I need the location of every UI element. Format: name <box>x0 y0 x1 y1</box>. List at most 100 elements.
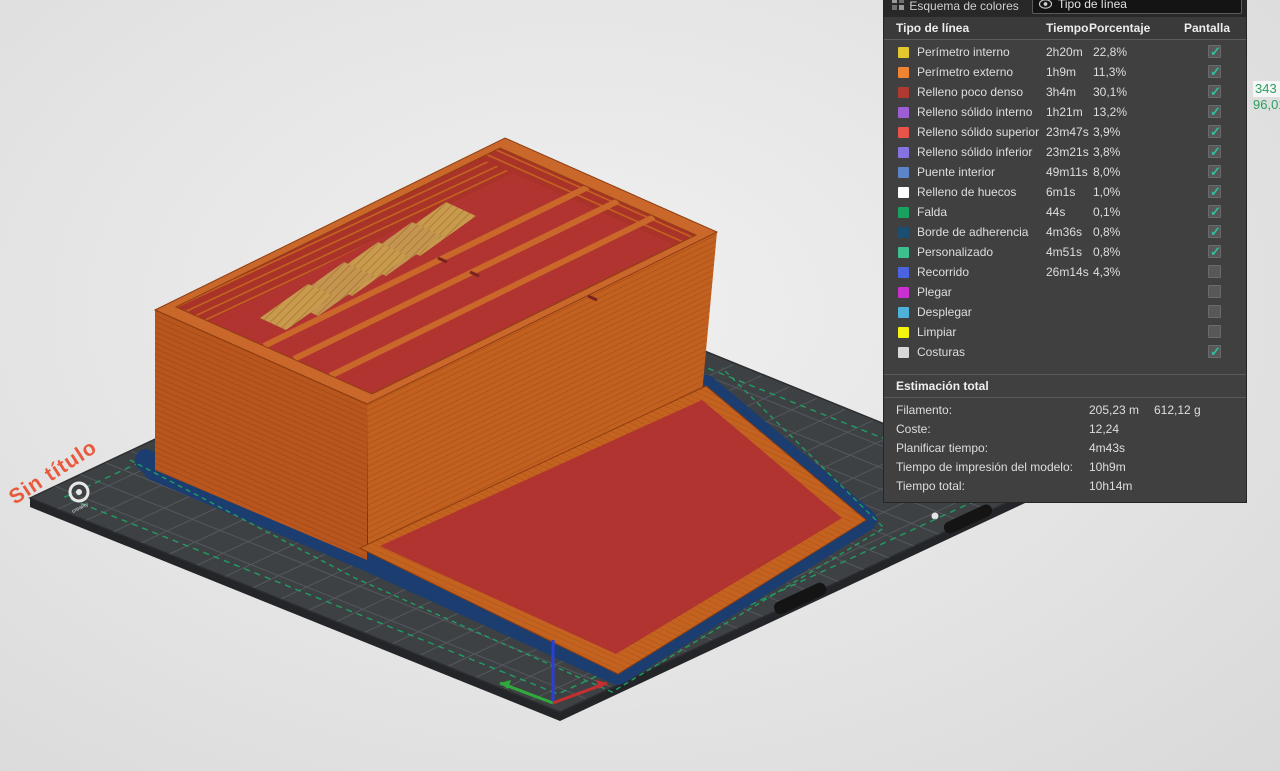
line-type-color-chip <box>898 147 909 158</box>
line-type-color-chip <box>898 167 909 178</box>
line-type-percent: 3,9% <box>1093 125 1120 139</box>
line-type-color-chip <box>898 107 909 118</box>
legend-header: Tipo de línea Tiempo Porcentaje Pantalla <box>884 17 1246 40</box>
estimation-value: 4m43s <box>1089 441 1125 455</box>
color-scheme-row: Esquema de colores Tipo de línea <box>884 0 1246 17</box>
line-type-time: 1h9m <box>1046 65 1076 79</box>
line-type-percent: 8,0% <box>1093 165 1120 179</box>
visibility-checkbox[interactable] <box>1208 225 1221 238</box>
line-type-percent: 0,8% <box>1093 225 1120 239</box>
line-type-time: 4m51s <box>1046 245 1082 259</box>
line-type-label: Relleno poco denso <box>917 85 1023 99</box>
line-type-row[interactable]: Plegar <box>884 282 1246 302</box>
line-type-label: Plegar <box>917 285 952 299</box>
line-type-row[interactable]: Limpiar <box>884 322 1246 342</box>
visibility-checkbox[interactable] <box>1208 45 1221 58</box>
header-time: Tiempo <box>1046 21 1088 35</box>
estimation-label: Planificar tiempo: <box>896 441 988 455</box>
visibility-checkbox[interactable] <box>1208 305 1221 318</box>
visibility-checkbox[interactable] <box>1208 205 1221 218</box>
estimation-row: Tiempo total:10h14m <box>884 477 1246 496</box>
line-type-time: 4m36s <box>1046 225 1082 239</box>
line-type-label: Relleno de huecos <box>917 185 1016 199</box>
line-type-row[interactable]: Borde de adherencia 4m36s 0,8% <box>884 222 1246 242</box>
line-type-row[interactable]: Relleno sólido superior 23m47s 3,9% <box>884 122 1246 142</box>
visibility-checkbox[interactable] <box>1208 105 1221 118</box>
line-type-color-chip <box>898 207 909 218</box>
estimation-row: Planificar tiempo: 4m43s <box>884 439 1246 458</box>
line-type-row[interactable]: Relleno sólido inferior 23m21s 3,8% <box>884 142 1246 162</box>
visibility-checkbox[interactable] <box>1208 145 1221 158</box>
estimation-rows: Filamento:205,23 m612,12 gCoste:12,24Pla… <box>884 398 1246 502</box>
line-type-label: Perímetro externo <box>917 65 1013 79</box>
color-scheme-icon <box>892 0 904 10</box>
line-type-row[interactable]: Costuras <box>884 342 1246 362</box>
line-type-percent: 30,1% <box>1093 85 1127 99</box>
visibility-checkbox[interactable] <box>1208 85 1221 98</box>
visibility-checkbox[interactable] <box>1208 285 1221 298</box>
visibility-checkbox[interactable] <box>1208 185 1221 198</box>
line-type-label: Borde de adherencia <box>917 225 1028 239</box>
line-type-row[interactable]: Relleno poco denso 3h4m 30,1% <box>884 82 1246 102</box>
line-type-row[interactable]: Personalizado 4m51s 0,8% <box>884 242 1246 262</box>
visibility-checkbox[interactable] <box>1208 265 1221 278</box>
line-type-time: 3h4m <box>1046 85 1076 99</box>
line-type-percent: 13,2% <box>1093 105 1127 119</box>
readout-line2: 96,01 <box>1253 97 1280 113</box>
line-type-row[interactable]: Recorrido26m14s4,3% <box>884 262 1246 282</box>
line-type-row[interactable]: Desplegar <box>884 302 1246 322</box>
line-type-time: 6m1s <box>1046 185 1075 199</box>
estimation-label: Filamento: <box>896 403 952 417</box>
line-type-label: Puente interior <box>917 165 995 179</box>
line-type-color-chip <box>898 347 909 358</box>
line-type-label: Falda <box>917 205 947 219</box>
line-type-percent: 4,3% <box>1093 265 1120 279</box>
visibility-checkbox[interactable] <box>1208 65 1221 78</box>
line-type-label: Relleno sólido inferior <box>917 145 1032 159</box>
visibility-checkbox[interactable] <box>1208 165 1221 178</box>
line-type-row[interactable]: Perímetro externo 1h9m 11,3% <box>884 62 1246 82</box>
line-type-color-chip <box>898 287 909 298</box>
estimation-label: Coste: <box>896 422 931 436</box>
visibility-checkbox[interactable] <box>1208 125 1221 138</box>
line-type-percent: 0,8% <box>1093 245 1120 259</box>
line-type-row[interactable]: Perímetro interno2h20m22,8% <box>884 42 1246 62</box>
line-type-label: Personalizado <box>917 245 993 259</box>
line-type-row[interactable]: Puente interior 49m11s 8,0% <box>884 162 1246 182</box>
line-type-color-chip <box>898 47 909 58</box>
line-type-percent: 0,1% <box>1093 205 1120 219</box>
line-type-label: Relleno sólido interno <box>917 105 1032 119</box>
line-type-color-chip <box>898 247 909 258</box>
line-type-color-chip <box>898 87 909 98</box>
color-scheme-label: Esquema de colores <box>892 0 1026 14</box>
line-type-row[interactable]: Relleno sólido interno1h21m13,2% <box>884 102 1246 122</box>
header-type: Tipo de línea <box>896 21 969 35</box>
header-percent: Porcentaje <box>1089 21 1150 35</box>
eye-icon <box>1039 0 1052 9</box>
line-type-time: 44s <box>1046 205 1065 219</box>
estimation-title: Estimación total <box>884 374 1246 398</box>
line-type-percent: 22,8% <box>1093 45 1127 59</box>
legend-rows: Perímetro interno2h20m22,8%Perímetro ext… <box>884 40 1246 366</box>
estimation-label: Tiempo de impresión del modelo: <box>896 460 1073 474</box>
line-type-panel: Esquema de colores Tipo de línea Tipo de… <box>883 0 1247 503</box>
line-type-percent: 11,3% <box>1093 65 1126 79</box>
slicer-preview-window: creality <box>0 0 1280 771</box>
line-type-time: 49m11s <box>1046 165 1088 179</box>
estimation-value: 10h14m <box>1089 479 1132 493</box>
visibility-checkbox[interactable] <box>1208 245 1221 258</box>
estimation-value: 10h9m <box>1089 460 1126 474</box>
view-mode-dropdown[interactable]: Tipo de línea <box>1032 0 1242 14</box>
line-type-label: Relleno sólido superior <box>917 125 1039 139</box>
line-type-row[interactable]: Relleno de huecos6m1s1,0% <box>884 182 1246 202</box>
line-type-color-chip <box>898 307 909 318</box>
line-type-color-chip <box>898 327 909 338</box>
line-type-time: 23m47s <box>1046 125 1089 139</box>
line-type-row[interactable]: Falda 44s 0,1% <box>884 202 1246 222</box>
visibility-checkbox[interactable] <box>1208 345 1221 358</box>
line-type-percent: 3,8% <box>1093 145 1120 159</box>
line-type-color-chip <box>898 267 909 278</box>
line-type-time: 23m21s <box>1046 145 1089 159</box>
visibility-checkbox[interactable] <box>1208 325 1221 338</box>
line-type-time: 2h20m <box>1046 45 1083 59</box>
